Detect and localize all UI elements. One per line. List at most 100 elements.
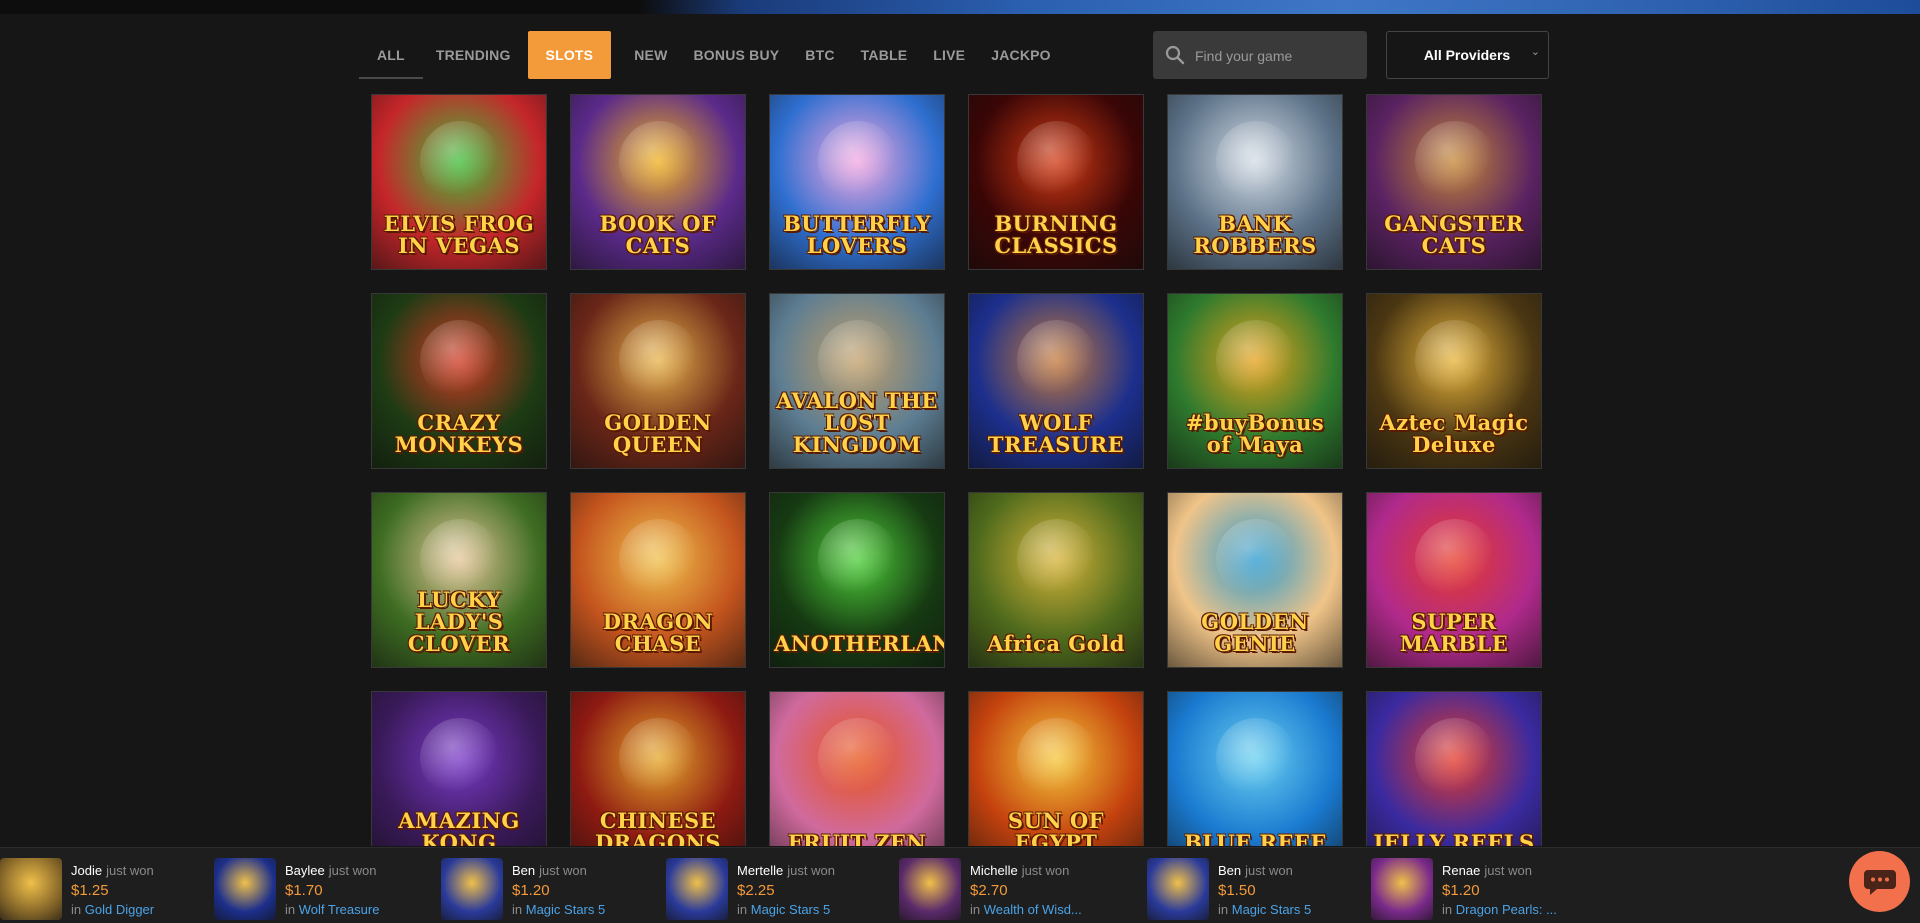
- winner-line: Jodie just won: [71, 863, 154, 878]
- win-game-prefix: in: [1218, 902, 1229, 917]
- winner-line: Renae just won: [1442, 863, 1532, 878]
- providers-dropdown[interactable]: All Providers ⌄: [1386, 31, 1549, 79]
- win-game: in Magic Stars 5: [737, 902, 857, 917]
- category-tabs: ALL TRENDING SLOTS NEW BONUS BUY BTC TAB…: [359, 31, 1050, 79]
- game-tile[interactable]: Aztec Magic Deluxe: [1366, 293, 1542, 469]
- tab-new[interactable]: NEW: [621, 31, 680, 79]
- game-title: FRUIT ZEN: [787, 830, 927, 847]
- tab-slots[interactable]: SLOTS: [527, 31, 612, 79]
- game-artwork-detail: [619, 121, 699, 201]
- win-game-link[interactable]: Magic Stars 5: [1232, 902, 1311, 917]
- game-tile[interactable]: Africa Gold: [968, 492, 1144, 668]
- chat-button[interactable]: [1849, 851, 1910, 912]
- game-title: SUN OF EGYPT: [1007, 808, 1105, 847]
- game-thumbnail: [1147, 858, 1209, 920]
- recent-win-item[interactable]: Ben just won $1.50 in Magic Stars 5: [1147, 848, 1347, 923]
- game-tile[interactable]: BUTTERFLY LOVERS: [769, 94, 945, 270]
- win-action: just won: [787, 863, 835, 878]
- game-artwork-detail: [420, 320, 500, 400]
- game-tile[interactable]: GOLDEN QUEEN: [570, 293, 746, 469]
- tab-btc[interactable]: BTC: [792, 31, 847, 79]
- game-artwork-detail: [1216, 320, 1296, 400]
- game-artwork-detail: [1415, 320, 1495, 400]
- game-artwork-detail: [1017, 320, 1097, 400]
- game-tile[interactable]: ELVIS FROG IN VEGAS: [371, 94, 547, 270]
- game-title: DRAGON CHASE: [602, 609, 714, 656]
- tab-bonus-buy[interactable]: BONUS BUY: [680, 31, 792, 79]
- game-artwork-detail: [1017, 718, 1097, 798]
- win-game-link[interactable]: Wealth of Wisd...: [984, 902, 1082, 917]
- providers-label: All Providers: [1423, 47, 1511, 63]
- game-artwork-detail: [619, 718, 699, 798]
- game-thumbnail: [666, 858, 728, 920]
- recent-win-item[interactable]: Renae just won $1.20 in Dragon Pearls: ...: [1371, 848, 1571, 923]
- search-input[interactable]: [1193, 31, 1362, 81]
- game-title: #buyBonus of Maya: [1185, 410, 1325, 457]
- win-game-prefix: in: [737, 902, 748, 917]
- game-tile[interactable]: AVALON THE LOST KINGDOM: [769, 293, 945, 469]
- tab-all[interactable]: ALL: [359, 31, 423, 79]
- win-action: just won: [328, 863, 377, 878]
- tab-live[interactable]: LIVE: [920, 31, 978, 79]
- winner-name: Jodie: [71, 863, 103, 878]
- game-tile[interactable]: BANK ROBBERS: [1167, 94, 1343, 270]
- game-tile[interactable]: ANOTHERLAND: [769, 492, 945, 668]
- win-game-link[interactable]: Magic Stars 5: [751, 902, 830, 917]
- game-tile[interactable]: AMAZING KONG: [371, 691, 547, 846]
- game-tile[interactable]: JELLY REELS: [1366, 691, 1542, 846]
- win-game-link[interactable]: Wolf Treasure: [299, 902, 380, 917]
- winner-name: Michelle: [970, 863, 1018, 878]
- game-artwork-detail: [818, 519, 898, 599]
- game-title: BOOK OF CATS: [599, 211, 717, 258]
- win-action: just won: [1021, 863, 1070, 878]
- win-game-prefix: in: [71, 902, 82, 917]
- game-tile[interactable]: CHINESE DRAGONS: [570, 691, 746, 846]
- recent-win-item[interactable]: Jodie just won $1.25 in Gold Digger: [0, 848, 200, 923]
- win-game: in Magic Stars 5: [512, 902, 632, 917]
- search-box: [1153, 31, 1367, 81]
- win-game-link[interactable]: Dragon Pearls: ...: [1456, 902, 1557, 917]
- tab-trending[interactable]: TRENDING: [423, 31, 524, 79]
- recent-win-item[interactable]: Michelle just won $2.70 in Wealth of Wisd..…: [899, 848, 1099, 923]
- game-thumbnail: [899, 858, 961, 920]
- game-title: CHINESE DRAGONS: [594, 808, 722, 847]
- tab-table[interactable]: TABLE: [848, 31, 921, 79]
- win-action: just won: [1245, 863, 1293, 878]
- game-tile[interactable]: FRUIT ZEN: [769, 691, 945, 846]
- game-artwork-detail: [619, 320, 699, 400]
- game-tile[interactable]: GANGSTER CATS: [1366, 94, 1542, 270]
- game-title: BUTTERFLY LOVERS: [783, 211, 931, 258]
- game-thumbnail: [0, 858, 62, 920]
- win-game: in Magic Stars 5: [1218, 902, 1338, 917]
- game-tile[interactable]: SUN OF EGYPT: [968, 691, 1144, 846]
- game-title: GANGSTER CATS: [1384, 211, 1524, 258]
- game-tile[interactable]: CRAZY MONKEYS: [371, 293, 547, 469]
- game-title: AVALON THE LOST KINGDOM: [776, 388, 938, 457]
- win-game: in Gold Digger: [71, 902, 191, 917]
- win-game-prefix: in: [970, 902, 981, 917]
- win-game-prefix: in: [285, 902, 296, 917]
- tab-jackpot[interactable]: JACKPOT: [978, 31, 1050, 79]
- game-tile[interactable]: GOLDEN GENIE: [1167, 492, 1343, 668]
- game-tile[interactable]: SUPER MARBLE: [1366, 492, 1542, 668]
- game-title: LUCKY LADY'S CLOVER: [407, 587, 511, 656]
- game-tile[interactable]: #buyBonus of Maya: [1167, 293, 1343, 469]
- winner-line: Baylee just won: [285, 863, 376, 878]
- win-game-link[interactable]: Gold Digger: [85, 902, 154, 917]
- win-game-link[interactable]: Magic Stars 5: [526, 902, 605, 917]
- game-tile[interactable]: DRAGON CHASE: [570, 492, 746, 668]
- game-tile[interactable]: BOOK OF CATS: [570, 94, 746, 270]
- game-thumbnail: [441, 858, 503, 920]
- recent-win-item[interactable]: Baylee just won $1.70 in Wolf Treasure: [214, 848, 414, 923]
- winner-line: Michelle just won: [970, 863, 1069, 878]
- game-tile[interactable]: LUCKY LADY'S CLOVER: [371, 492, 547, 668]
- game-tile[interactable]: BLUE REEF: [1167, 691, 1343, 846]
- recent-win-item[interactable]: Mertelle just won $2.25 in Magic Stars 5: [666, 848, 866, 923]
- game-tile[interactable]: WOLF TREASURE: [968, 293, 1144, 469]
- top-banner-strip: [0, 0, 1920, 14]
- winner-name: Ben: [1218, 863, 1242, 878]
- recent-win-item[interactable]: Ben just won $1.20 in Magic Stars 5: [441, 848, 641, 923]
- winner-line: Ben just won: [512, 863, 587, 878]
- game-artwork-detail: [420, 121, 500, 201]
- game-tile[interactable]: BURNING CLASSICS: [968, 94, 1144, 270]
